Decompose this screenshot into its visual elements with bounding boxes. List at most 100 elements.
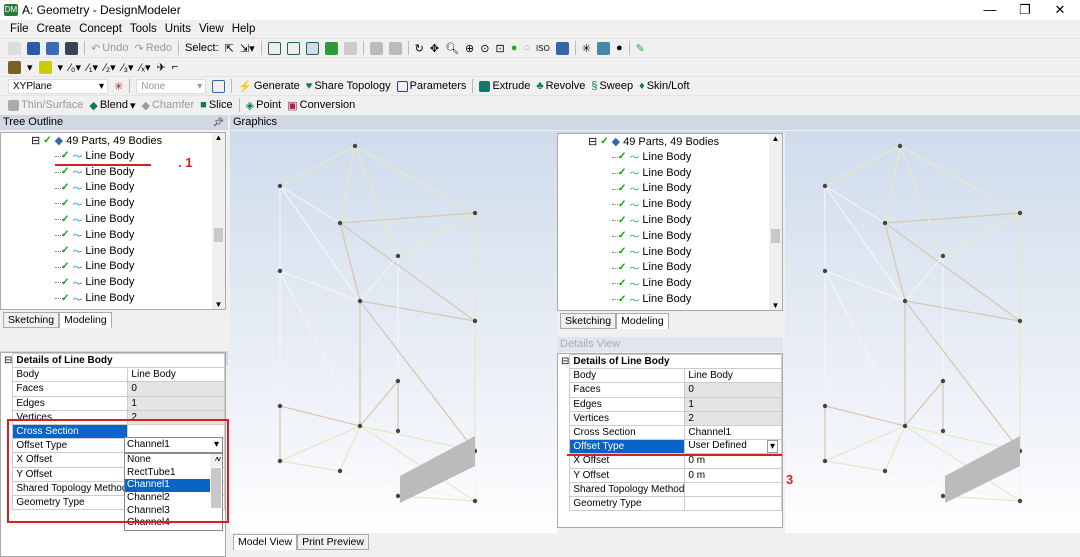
extrude-button[interactable]: Extrude — [479, 80, 530, 92]
tab-model-view[interactable]: Model View — [233, 534, 298, 550]
pin-icon[interactable]: ✈ — [157, 61, 166, 74]
extend-icon[interactable] — [343, 41, 357, 55]
select-mode-icon[interactable]: ⇲▾ — [240, 42, 255, 55]
iso-icon[interactable]: ISO — [536, 44, 550, 53]
select-vertex-icon[interactable] — [267, 41, 281, 55]
select-body-icon[interactable] — [324, 41, 338, 55]
tree-item-line-body[interactable]: ✓ 〜 Line Body — [558, 196, 782, 212]
menu-concept[interactable]: Concept — [79, 23, 122, 35]
triad-icon[interactable]: ✳ — [582, 42, 591, 55]
tree-root[interactable]: ⊟ ✓ ◆ 49 Parts, 49 Bodies — [1, 133, 225, 148]
save-icon[interactable] — [27, 41, 40, 55]
details-row[interactable]: Faces 0 — [558, 382, 782, 398]
new-sketch-icon[interactable] — [212, 79, 226, 93]
details-row[interactable]: Edges 1 — [1, 395, 225, 411]
edge-joint-icon-x[interactable]: ∕ₓ▾ — [140, 61, 151, 74]
tree-item-line-body[interactable]: ✓ 〜 Line Body — [558, 228, 782, 244]
blend-button[interactable]: ◆ Blend ▾ — [89, 99, 135, 112]
menu-help[interactable]: Help — [232, 23, 256, 35]
menu-units[interactable]: Units — [165, 23, 191, 35]
zoom-in-icon[interactable]: ⊕ — [465, 42, 474, 55]
conversion-button[interactable]: ▣ Conversion — [287, 99, 355, 112]
thin-surface-button[interactable]: Thin/Surface — [8, 99, 83, 111]
select-face-icon[interactable] — [305, 41, 319, 55]
edge-joint-icon-1[interactable]: ∕₁▾ — [87, 61, 98, 74]
face-color-icon[interactable] — [8, 60, 21, 74]
collapse-icon[interactable]: ⊟ — [558, 355, 570, 369]
tree-item-line-body[interactable]: ✓ 〜 Line Body — [1, 259, 225, 275]
tab-print-preview[interactable]: Print Preview — [297, 534, 369, 550]
tree-item-line-body[interactable]: ✓ 〜 Line Body — [1, 180, 225, 196]
dropdown-arrow-icon[interactable]: ▾ — [766, 440, 778, 454]
point-button[interactable]: ◈ Point — [246, 99, 282, 112]
tree-item-line-body[interactable]: ✓ 〜 Line Body — [558, 165, 782, 181]
tree-scrollbar[interactable]: ▲ ▼ — [769, 134, 782, 310]
tree-item-line-body[interactable]: ✓ 〜 Line Body — [558, 149, 782, 165]
property-value-cell[interactable]: 0 — [127, 381, 225, 397]
box-select2-icon[interactable] — [388, 41, 402, 55]
details-row[interactable]: Vertices 2 — [558, 410, 782, 426]
new-plane-icon[interactable]: ✳ — [114, 80, 123, 93]
slice-button[interactable]: ■ Slice — [200, 99, 233, 111]
property-value-cell[interactable]: User Defined ▾ — [684, 439, 782, 455]
magnify-icon[interactable]: ○ — [523, 42, 530, 54]
skin-loft-button[interactable]: ♦ Skin/Loft — [639, 80, 689, 92]
tree-item-line-body[interactable]: ✓ 〜 Line Body — [558, 291, 782, 307]
tree-item-line-body[interactable]: ✓ 〜 Line Body — [1, 211, 225, 227]
revolve-button[interactable]: ♣ Revolve — [536, 80, 585, 92]
details-row[interactable]: Y Offset 0 m — [558, 467, 782, 483]
property-value-cell[interactable]: Line Body — [684, 368, 782, 384]
zoom-fit-icon[interactable]: ⊡ — [495, 42, 504, 55]
display-point-icon[interactable]: ● — [616, 42, 623, 54]
parameters-button[interactable]: Parameters — [396, 80, 466, 92]
redo-button[interactable]: ↷ Redo — [135, 42, 173, 55]
details-row[interactable]: Edges 1 — [558, 396, 782, 412]
tree-item-line-body[interactable]: ✓ 〜 Line Body — [1, 227, 225, 243]
look-at-icon[interactable] — [555, 41, 569, 55]
property-value-cell[interactable]: Line Body — [127, 367, 225, 383]
zoom-icon[interactable]: 🔍︎ — [445, 42, 459, 55]
tab-sketching[interactable]: Sketching — [560, 313, 617, 329]
details-row[interactable]: Body Line Body — [558, 368, 782, 384]
details-row[interactable]: Geometry Type — [558, 495, 782, 512]
new-icon[interactable] — [8, 41, 21, 55]
property-value-cell[interactable]: 1 — [127, 395, 225, 411]
tree-item-line-body[interactable]: ✓ 〜 Line Body — [558, 212, 782, 228]
screenshot-icon[interactable] — [65, 41, 78, 55]
details-row[interactable]: Shared Topology Method — [558, 481, 782, 497]
details-row[interactable]: Offset Type User Defined ▾ — [558, 439, 782, 455]
tab-modeling[interactable]: Modeling — [59, 312, 112, 328]
zoom-green-icon[interactable]: ● — [511, 42, 518, 54]
tab-modeling[interactable]: Modeling — [616, 313, 669, 329]
box-select-icon[interactable] — [369, 41, 383, 55]
property-value-cell[interactable]: 2 — [684, 410, 782, 426]
edge-joint-icon-0[interactable]: ∕₀▾ — [69, 61, 81, 74]
share-topology-button[interactable]: ♥ Share Topology — [306, 80, 391, 92]
tree-scrollbar[interactable]: ▲ ▼ — [212, 133, 225, 309]
pan-icon[interactable]: ✥ — [430, 42, 439, 55]
tree-item-line-body[interactable]: ✓ 〜 Line Body — [558, 275, 782, 291]
tree-root[interactable]: ⊟ ✓ ◆ 49 Parts, 49 Bodies — [558, 134, 782, 149]
property-value-cell[interactable]: 0 — [684, 382, 782, 398]
sweep-button[interactable]: § Sweep — [591, 80, 633, 92]
select-point-icon[interactable]: ⇱ — [225, 42, 234, 55]
tree-item-line-body[interactable]: ✓ 〜 Line Body — [558, 244, 782, 260]
edge-color-icon[interactable] — [38, 60, 52, 74]
select-edge-icon[interactable] — [286, 41, 300, 55]
menu-view[interactable]: View — [199, 23, 224, 35]
close-button[interactable]: ✕ — [1045, 2, 1075, 18]
plane-select[interactable]: XYPlane — [8, 78, 108, 94]
generate-button[interactable]: ⚡ Generate — [238, 80, 300, 93]
tree-item-line-body[interactable]: ✓ 〜 Line Body — [1, 243, 225, 259]
tree-item-line-body[interactable]: ✓ 〜 Line Body — [558, 260, 782, 276]
collapse-icon[interactable]: ⊟ — [1, 354, 13, 368]
tree-item-line-body[interactable]: ✓ 〜 Line Body — [1, 274, 225, 290]
tree-item-line-body[interactable]: ✓ 〜 Line Body — [1, 290, 225, 306]
flag-icon[interactable]: ⌐ — [172, 61, 178, 73]
tree-item-line-body[interactable]: ✓ 〜 Line Body — [558, 181, 782, 197]
pin-icon[interactable]: 📌︎ — [213, 115, 224, 130]
help-icon[interactable]: ✎ — [636, 42, 645, 55]
menu-create[interactable]: Create — [37, 23, 72, 35]
tab-sketching[interactable]: Sketching — [3, 312, 60, 328]
details-row[interactable]: Body Line Body — [1, 367, 225, 383]
